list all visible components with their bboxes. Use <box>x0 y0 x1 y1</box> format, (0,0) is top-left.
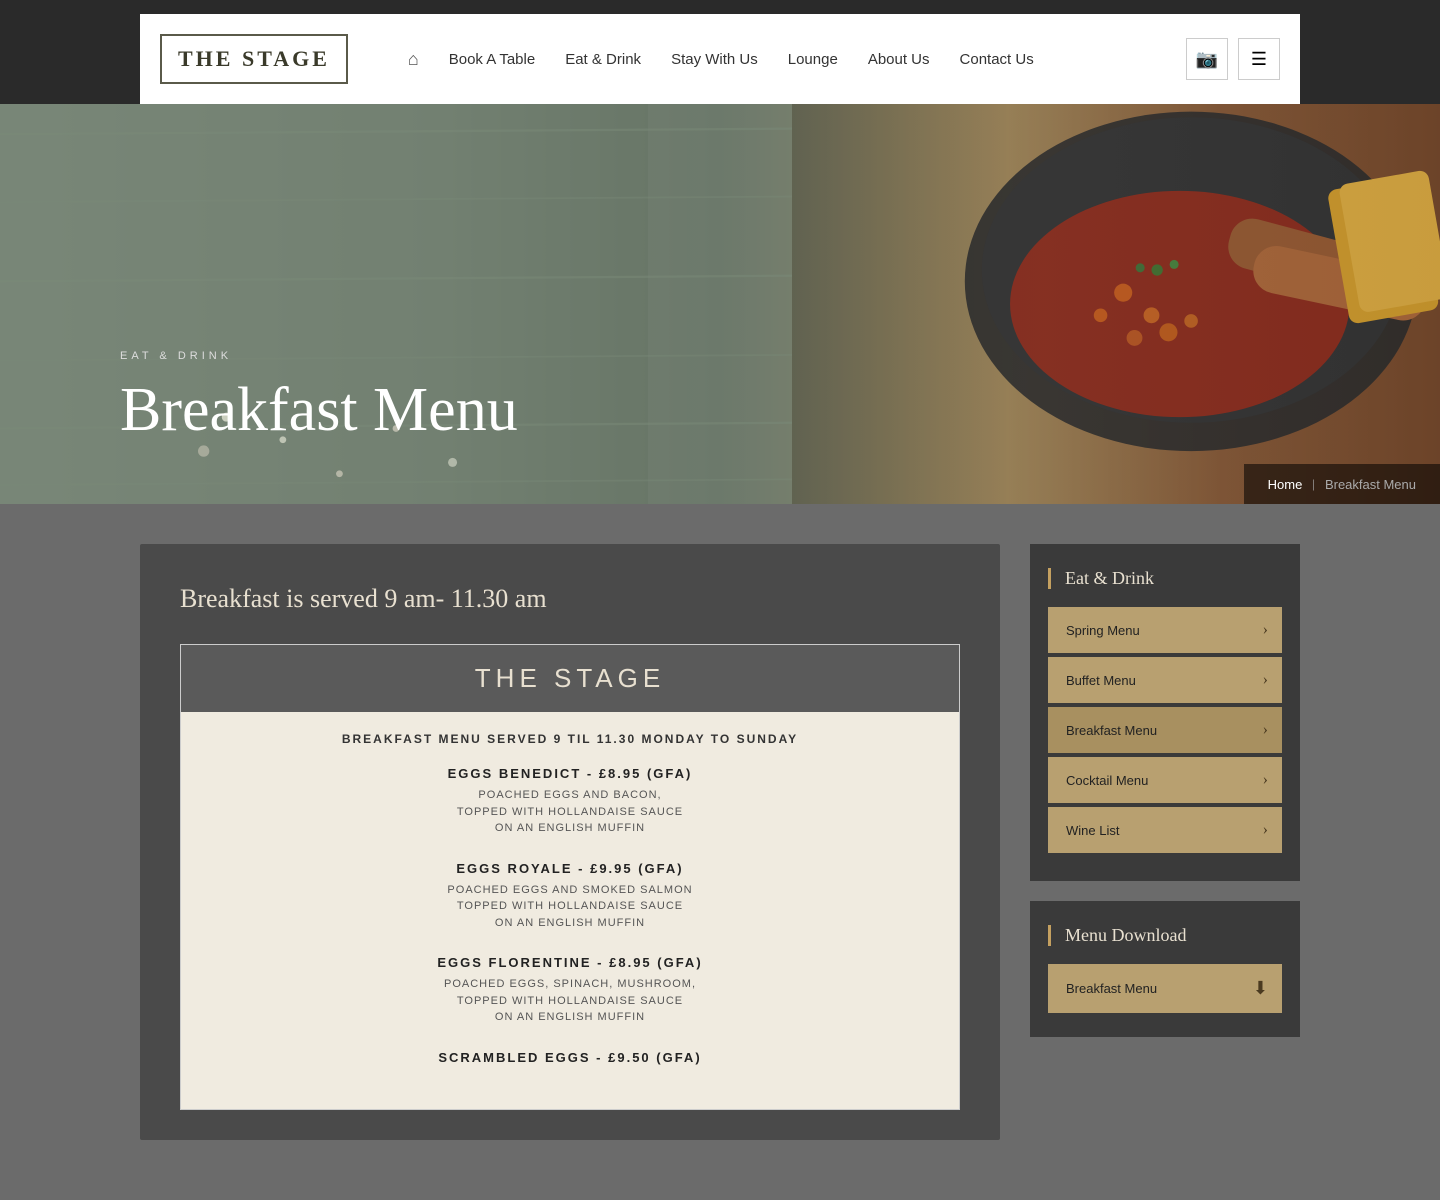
menu-download-sidebar-card: Menu Download Breakfast Menu ⬇ <box>1030 901 1300 1037</box>
header-icons: 📷 ☰ <box>1186 38 1280 80</box>
menu-item-desc-2: POACHED EGGS, SPINACH, MUSHROOM, TOPPED … <box>211 976 929 1026</box>
nav-eat-and-drink[interactable]: Eat & Drink <box>565 51 641 68</box>
content-left: Breakfast is served 9 am- 11.30 am THE S… <box>140 544 1000 1140</box>
content-card: Breakfast is served 9 am- 11.30 am THE S… <box>140 544 1000 1140</box>
breadcrumb-separator: | <box>1312 476 1315 492</box>
menu-card-body: BREAKFAST MENU SERVED 9 TIL 11.30 MONDAY… <box>181 712 959 1109</box>
sidebar-buffet-menu-arrow: › <box>1263 671 1268 689</box>
menu-subtitle: BREAKFAST MENU SERVED 9 TIL 11.30 MONDAY… <box>211 732 929 746</box>
download-icon: ⬇ <box>1253 978 1268 999</box>
menu-item-desc-0: POACHED EGGS AND BACON, TOPPED WITH HOLL… <box>211 787 929 837</box>
sidebar-spring-menu-arrow: › <box>1263 621 1268 639</box>
banner-content: EAT & DRINK Breakfast Menu <box>120 350 518 444</box>
breadcrumb-current-page: Breakfast Menu <box>1325 477 1416 492</box>
header-wrapper: THE STAGE ⌂ Book A Table Eat & Drink Sta… <box>0 14 1440 104</box>
sidebar-wine-list-label: Wine List <box>1066 823 1119 838</box>
menu-item-eggs-benedict: EGGS BENEDICT - £8.95 (GFA) POACHED EGGS… <box>211 766 929 837</box>
menu-download-sidebar-title: Menu Download <box>1048 925 1282 946</box>
sidebar-cocktail-menu-arrow: › <box>1263 771 1268 789</box>
banner: EAT & DRINK Breakfast Menu Home | Breakf… <box>0 104 1440 504</box>
menu-item-scrambled-eggs: SCRAMBLED EGGS - £9.50 (GFA) <box>211 1050 929 1065</box>
sidebar-spring-menu-label: Spring Menu <box>1066 623 1140 638</box>
sidebar-breakfast-menu-arrow: › <box>1263 721 1268 739</box>
menu-item-eggs-florentine: EGGS FLORENTINE - £8.95 (GFA) POACHED EG… <box>211 955 929 1026</box>
menu-button[interactable]: ☰ <box>1238 38 1280 80</box>
menu-item-name-2: EGGS FLORENTINE - £8.95 (GFA) <box>211 955 929 970</box>
nav-book-a-table[interactable]: Book A Table <box>449 51 535 68</box>
menu-card-header: THE STAGE <box>181 645 959 712</box>
menu-card: THE STAGE BREAKFAST MENU SERVED 9 TIL 11… <box>180 644 960 1110</box>
sidebar-buffet-menu-label: Buffet Menu <box>1066 673 1136 688</box>
logo-box: THE STAGE <box>160 34 348 84</box>
eat-drink-sidebar-card: Eat & Drink Spring Menu › Buffet Menu › … <box>1030 544 1300 881</box>
banner-title: Breakfast Menu <box>120 376 518 444</box>
menu-item-desc-1: POACHED EGGS AND SMOKED SALMON TOPPED WI… <box>211 882 929 932</box>
main-wrapper: Breakfast is served 9 am- 11.30 am THE S… <box>0 504 1440 1200</box>
sidebar-wine-list-arrow: › <box>1263 821 1268 839</box>
camera-button[interactable]: 📷 <box>1186 38 1228 80</box>
sidebar-breakfast-menu[interactable]: Breakfast Menu › <box>1048 707 1282 753</box>
menu-card-title: THE STAGE <box>199 663 941 694</box>
sidebar-breakfast-menu-label: Breakfast Menu <box>1066 723 1157 738</box>
header: THE STAGE ⌂ Book A Table Eat & Drink Sta… <box>140 14 1300 104</box>
menu-item-name-1: EGGS ROYALE - £9.95 (GFA) <box>211 861 929 876</box>
top-bar <box>0 0 1440 14</box>
camera-icon: 📷 <box>1196 49 1218 70</box>
sidebar: Eat & Drink Spring Menu › Buffet Menu › … <box>1030 544 1300 1140</box>
banner-wood-svg <box>0 104 792 504</box>
eat-drink-sidebar-title: Eat & Drink <box>1048 568 1282 589</box>
sidebar-buffet-menu[interactable]: Buffet Menu › <box>1048 657 1282 703</box>
menu-item-name-3: SCRAMBLED EGGS - £9.50 (GFA) <box>211 1050 929 1065</box>
home-icon[interactable]: ⌂ <box>408 49 419 70</box>
sidebar-wine-list[interactable]: Wine List › <box>1048 807 1282 853</box>
hamburger-icon: ☰ <box>1251 49 1267 70</box>
logo-text: THE STAGE <box>178 46 330 71</box>
nav-contact-us[interactable]: Contact Us <box>960 51 1034 68</box>
breadcrumb-home-link[interactable]: Home <box>1268 477 1303 492</box>
sidebar-spring-menu[interactable]: Spring Menu › <box>1048 607 1282 653</box>
menu-item-eggs-royale: EGGS ROYALE - £9.95 (GFA) POACHED EGGS A… <box>211 861 929 932</box>
menu-item-name-0: EGGS BENEDICT - £8.95 (GFA) <box>211 766 929 781</box>
main-nav: ⌂ Book A Table Eat & Drink Stay With Us … <box>408 49 1034 70</box>
banner-subtitle: EAT & DRINK <box>120 350 518 362</box>
served-text: Breakfast is served 9 am- 11.30 am <box>180 584 960 614</box>
logo[interactable]: THE STAGE <box>160 34 348 84</box>
nav-stay-with-us[interactable]: Stay With Us <box>671 51 758 68</box>
sidebar-breakfast-download[interactable]: Breakfast Menu ⬇ <box>1048 964 1282 1013</box>
sidebar-cocktail-menu[interactable]: Cocktail Menu › <box>1048 757 1282 803</box>
main-content: Breakfast is served 9 am- 11.30 am THE S… <box>140 544 1300 1140</box>
nav-lounge[interactable]: Lounge <box>788 51 838 68</box>
nav-about-us[interactable]: About Us <box>868 51 930 68</box>
sidebar-breakfast-download-label: Breakfast Menu <box>1066 981 1157 996</box>
sidebar-cocktail-menu-label: Cocktail Menu <box>1066 773 1148 788</box>
breadcrumb-bar: Home | Breakfast Menu <box>1244 464 1440 504</box>
